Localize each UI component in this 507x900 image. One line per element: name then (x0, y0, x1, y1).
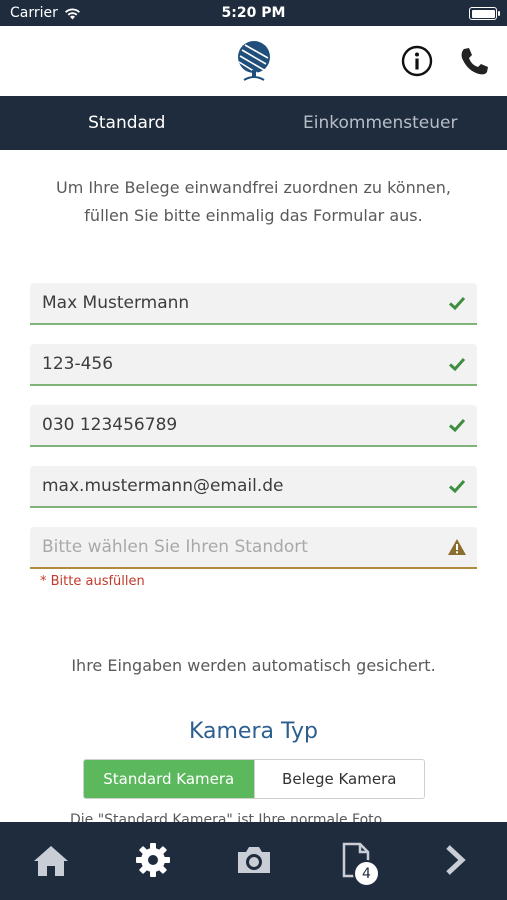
phone-icon[interactable] (457, 44, 491, 78)
location-input[interactable] (30, 527, 430, 567)
location-error: * Bitte ausfüllen (40, 574, 145, 589)
phone-field (30, 405, 477, 447)
intro-text: Um Ihre Belege einwandfrei zuordnen zu k… (30, 174, 477, 230)
info-icon[interactable] (400, 44, 434, 78)
checkmark-icon (448, 479, 466, 494)
name-input[interactable] (30, 283, 430, 323)
phone-input[interactable] (30, 405, 430, 445)
intro-line-2: füllen Sie bitte einmalig das Formular a… (84, 206, 423, 225)
name-field (30, 283, 477, 325)
app-header (0, 26, 507, 96)
settings-gear-icon[interactable] (133, 840, 173, 880)
tab-bar: Standard Einkommensteuer (0, 96, 507, 150)
client-number-input[interactable] (30, 344, 430, 384)
camera-type-title: Kamera Typ (188, 719, 318, 744)
location-field (30, 527, 477, 569)
email-field (30, 466, 477, 508)
status-bar: Carrier 5:20 PM (0, 0, 507, 26)
documents-count-badge: 4 (353, 860, 380, 887)
checkmark-icon (448, 357, 466, 372)
tab-standard[interactable]: Standard (0, 96, 254, 150)
standard-camera-option[interactable]: Standard Kamera (84, 760, 254, 798)
bottom-nav (0, 822, 507, 900)
camera-icon[interactable] (234, 840, 274, 880)
status-time: 5:20 PM (221, 5, 286, 21)
autosave-note: Ihre Eingaben werden automatisch gesiche… (71, 656, 436, 675)
battery-icon (469, 7, 500, 20)
checkmark-icon (448, 418, 466, 433)
receipt-camera-option[interactable]: Belege Kamera (253, 760, 424, 798)
tree-logo-icon (238, 41, 270, 81)
client-number-field (30, 344, 477, 386)
chevron-right-icon[interactable] (435, 840, 475, 880)
warning-icon (448, 539, 466, 555)
checkmark-icon (448, 296, 466, 311)
tab-einkommensteuer[interactable]: Einkommensteuer (254, 96, 507, 150)
camera-type-selector: Standard Kamera Belege Kamera (83, 759, 425, 799)
intro-line-1: Um Ihre Belege einwandfrei zuordnen zu k… (56, 178, 451, 197)
home-icon[interactable] (31, 840, 71, 880)
email-input[interactable] (30, 466, 430, 506)
